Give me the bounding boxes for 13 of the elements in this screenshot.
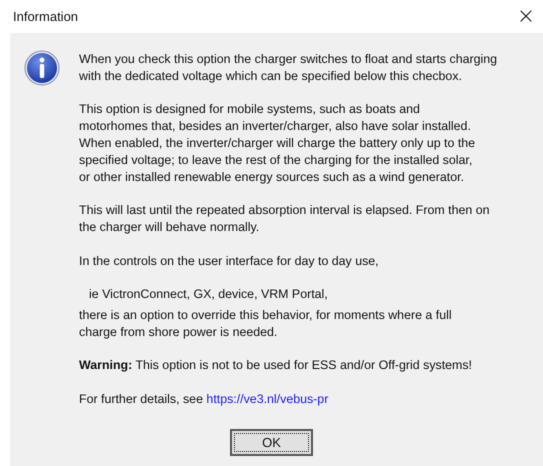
paragraph: This option is designed for mobile systems, such as boats and motorhomes that, besides an inverter/charger, also have solar installed. When enabled, the inverter/charger will charge the battery only up to the specified voltage; to leave the rest of the charging for the installed solar, or other installed renewable energy sources such as a wind generator.: [79, 101, 476, 186]
window-title: Information: [13, 9, 78, 24]
close-button[interactable]: ×: [509, 0, 543, 33]
paragraph: This will last until the repeated absorption interval is elapsed. From then on the charger will behave normally.: [79, 202, 490, 236]
paragraph: there is an option to override this behavior, for moments where a full charge from shore power is needed.: [79, 306, 453, 341]
paragraph: Warning: This option is not to be used for ESS and/or Off-grid systems!: [79, 357, 473, 374]
example-list: ie VictronConnect, GX, device, VRM Portal,: [89, 286, 498, 303]
ok-button[interactable]: OK: [230, 429, 313, 456]
paragraph: When you check this option the charger switches to float and starts charging with the dedicated voltage which can be specified below this checbox.: [79, 51, 498, 85]
paragraph: In the controls on the user interface for day to day use,: [79, 252, 380, 270]
information-icon: [24, 50, 60, 86]
details-link[interactable]: https://ve3.nl/vebus-pr: [206, 392, 328, 406]
details-label: For further details, see: [79, 392, 203, 406]
